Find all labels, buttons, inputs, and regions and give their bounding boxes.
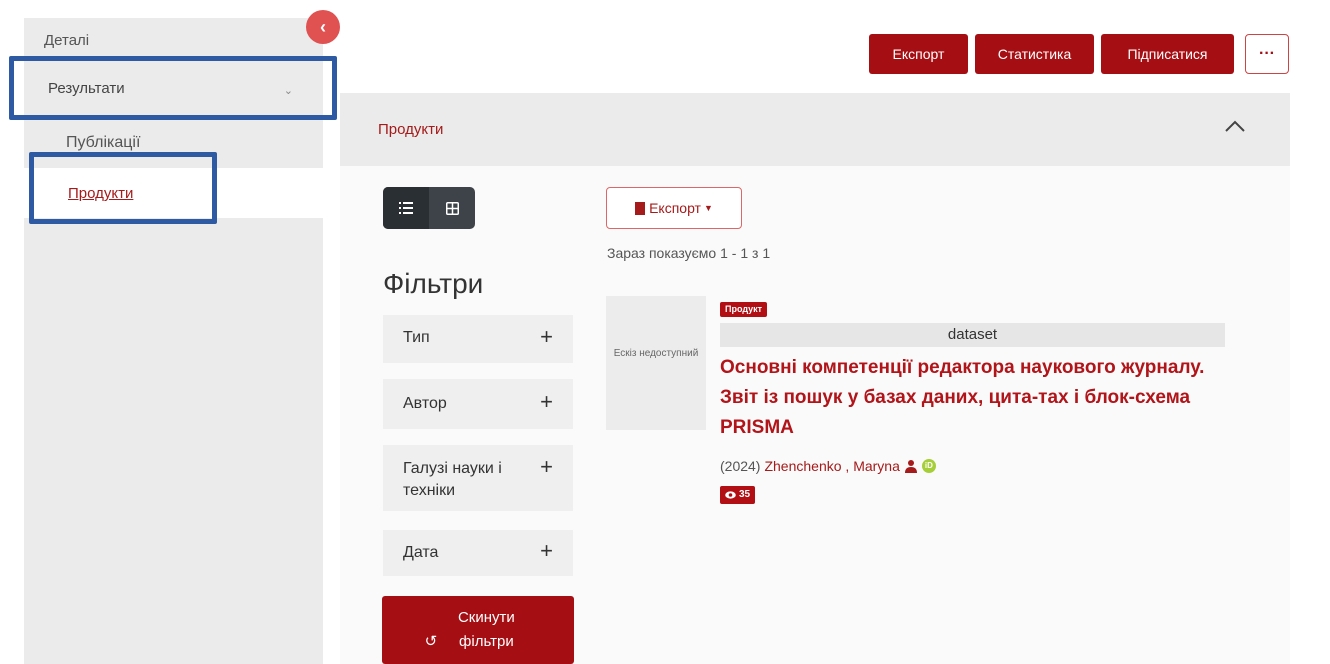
- orcid-icon[interactable]: iD: [921, 459, 936, 473]
- chevron-left-icon: ‹: [320, 17, 326, 37]
- chevron-down-icon: ⌄: [283, 85, 293, 97]
- eye-icon: [725, 491, 736, 499]
- plus-icon: +: [540, 538, 553, 563]
- sidebar-item-products[interactable]: Продукти: [24, 168, 323, 218]
- filter-type-label: Тип: [403, 329, 430, 346]
- results-count: Зараз показуємо 1 - 1 з 1: [607, 245, 771, 261]
- products-panel-header[interactable]: Продукти: [340, 93, 1290, 166]
- sidebar-item-results[interactable]: Результати ⌄: [24, 62, 323, 112]
- statistics-button-label: Статистика: [997, 46, 1072, 62]
- reset-filters-button[interactable]: ↺ Скинути фільтри: [382, 596, 574, 664]
- filter-type[interactable]: Тип +: [383, 315, 573, 363]
- thumbnail-text: Ескіз недоступний: [613, 348, 699, 359]
- sidebar-item-publications[interactable]: Публікації: [24, 118, 323, 164]
- more-options-button[interactable]: ···: [1245, 34, 1289, 74]
- plus-icon: +: [540, 389, 553, 414]
- sidebar-item-details[interactable]: Деталі: [24, 18, 323, 62]
- item-title-link[interactable]: Основні компетенції редактора наукового …: [720, 353, 1240, 443]
- filter-date-label: Дата: [403, 544, 439, 561]
- export-dropdown-label: Експорт: [649, 200, 701, 216]
- undo-icon: ↺: [424, 633, 438, 650]
- subscribe-button[interactable]: Підписатися: [1101, 34, 1234, 74]
- view-toggle: [383, 187, 475, 229]
- subscribe-button-label: Підписатися: [1127, 46, 1208, 62]
- grid-icon: [445, 201, 459, 215]
- filter-author[interactable]: Автор +: [383, 379, 573, 429]
- sidebar-item-publications-label: Публікації: [66, 134, 141, 151]
- person-icon: [904, 460, 917, 473]
- list-view-button[interactable]: [383, 187, 429, 229]
- statistics-button[interactable]: Статистика: [975, 34, 1094, 74]
- filter-date[interactable]: Дата +: [383, 530, 573, 576]
- plus-icon: +: [540, 454, 553, 479]
- products-panel-title: Продукти: [378, 121, 444, 138]
- filter-author-label: Автор: [403, 395, 447, 412]
- list-icon: [399, 202, 413, 214]
- filters-title: Фільтри: [383, 268, 484, 299]
- filter-field-of-science-label: Галузі науки і техніки: [403, 460, 502, 499]
- views-badge: 35: [720, 486, 756, 504]
- thumbnail-placeholder: Ескіз недоступний: [606, 296, 706, 430]
- item-type-badge: Продукт: [720, 302, 768, 317]
- export-button-label: Експорт: [892, 46, 945, 62]
- grid-view-button[interactable]: [429, 187, 475, 229]
- plus-icon: +: [540, 324, 553, 349]
- export-button[interactable]: Експорт: [869, 34, 968, 74]
- sidebar-item-details-label: Деталі: [44, 32, 90, 49]
- reset-filters-label: Скинути фільтри: [457, 609, 515, 650]
- sidebar-item-results-label: Результати: [48, 80, 125, 97]
- sidebar-collapse-button[interactable]: ‹: [306, 10, 340, 44]
- views-count: 35: [739, 489, 751, 500]
- item-type-label: dataset: [720, 323, 1225, 347]
- item-author-link[interactable]: Zhenchenko , Maryna: [764, 458, 899, 474]
- item-year: (2024): [720, 458, 761, 474]
- chevron-up-icon[interactable]: [1224, 115, 1246, 137]
- filter-field-of-science[interactable]: Галузі науки і техніки +: [383, 445, 573, 511]
- sidebar: Деталі Результати ⌄ Публікації Продукти …: [24, 10, 340, 664]
- item-meta: (2024) Zhenchenko , Maryna iD: [720, 458, 936, 474]
- sidebar-item-products-label: Продукти: [68, 185, 134, 202]
- file-export-icon: [635, 201, 646, 215]
- more-icon: ···: [1259, 45, 1275, 62]
- caret-down-icon: ▼: [703, 203, 713, 213]
- export-dropdown[interactable]: Експорт ▼: [606, 187, 742, 229]
